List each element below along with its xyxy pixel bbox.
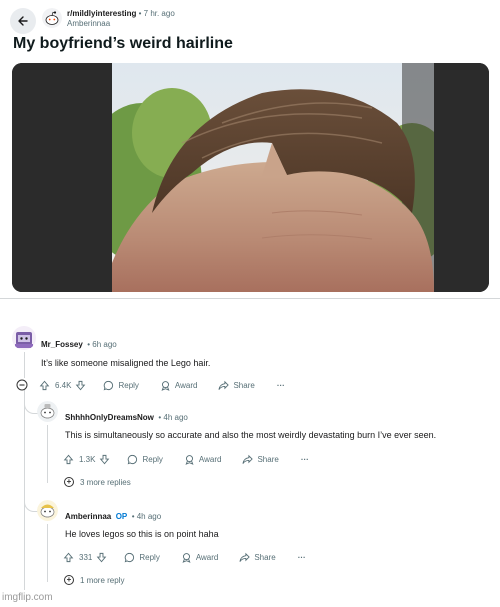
comment-actions: 6.4K Reply Award Share ··· [39,379,285,391]
comment-username[interactable]: Mr_Fossey [41,340,83,349]
comment-username[interactable]: Amberinnaa [65,512,111,521]
reply-bubble-icon [104,380,114,390]
upvote-button[interactable] [39,380,50,391]
collapse-icon [16,379,28,391]
comment-username[interactable]: ShhhhOnlyDreamsNow [65,413,154,422]
downvote-button[interactable] [75,380,86,391]
upvote-button[interactable] [63,552,74,563]
downvote-icon [97,552,107,562]
subreddit-avatar[interactable] [42,8,62,28]
collapse-button[interactable] [16,378,28,391]
upvote-icon [39,380,50,390]
comment-body: It’s like someone misaligned the Lego ha… [41,358,211,368]
comment-body: He loves legos so this is on point haha [65,529,219,539]
expand-plus-icon: + [64,575,74,585]
vote-count: 1.3K [79,454,96,464]
share-button[interactable]: Share [239,552,276,563]
post-title: My boyfriend’s weird hairline [13,35,233,52]
upvote-button[interactable] [63,454,74,465]
vote-count: 331 [79,552,93,562]
thread-connector [24,494,38,512]
reply-button[interactable]: Reply [127,454,163,465]
expand-plus-icon: + [64,477,74,487]
media-blur-left [12,63,114,292]
more-options-button[interactable]: ··· [301,455,309,464]
watermark: imgflip.com [2,592,53,603]
comment-actions: 1.3K Reply Award Share ··· [63,453,309,465]
avatar[interactable] [37,401,58,422]
downvote-icon [76,380,86,390]
award-button[interactable]: Award [160,380,197,391]
share-icon [242,454,254,464]
meta-separator: • [138,9,142,18]
downvote-icon [100,454,110,464]
more-replies-button[interactable]: + 3 more replies [64,477,131,487]
comment-actions: 331 Reply Award Share ··· [63,551,306,563]
subreddit-name[interactable]: r/mildlyinteresting [67,9,136,18]
comment-header: Mr_Fossey • 6h ago [41,340,117,349]
comments-divider [0,298,500,299]
avatar[interactable] [37,500,58,521]
more-options-button[interactable]: ··· [298,553,306,562]
award-icon [185,454,194,465]
comment-time: 6h ago [92,340,117,349]
more-replies-label: 1 more reply [80,575,125,585]
thread-line[interactable] [47,425,48,483]
avatar[interactable] [12,326,36,350]
reply-bubble-icon [125,552,135,562]
comment-body: This is simultaneously so accurate and a… [65,430,437,440]
comment-time: 4h ago [136,512,162,521]
thread-connector [24,396,38,414]
share-button[interactable]: Share [218,380,255,391]
more-replies-button[interactable]: + 1 more reply [64,575,124,585]
share-icon [239,552,251,562]
upvote-icon [63,552,74,562]
reply-button[interactable]: Reply [103,380,139,391]
post-meta: r/mildlyinteresting • 7 hr. ago [67,9,175,18]
more-options-button[interactable]: ··· [277,381,285,390]
award-button[interactable]: Award [181,552,218,563]
post-author[interactable]: Amberinnaa [67,19,110,28]
op-badge: OP [115,512,128,521]
upvote-icon [63,454,74,464]
comment-header: Amberinnaa OP • 4h ago [65,512,162,521]
award-icon [161,380,170,391]
downvote-button[interactable] [99,454,110,465]
award-button[interactable]: Award [184,454,221,465]
downvote-button[interactable] [96,552,107,563]
share-button[interactable]: Share [242,454,279,465]
post-image[interactable] [12,63,489,292]
reply-bubble-icon [128,454,138,464]
arrow-left-icon [18,16,28,26]
share-icon [218,380,230,390]
reply-button[interactable]: Reply [124,552,160,563]
more-replies-label: 3 more replies [80,477,131,487]
award-icon [182,552,191,563]
back-button[interactable] [10,8,36,34]
thread-line[interactable] [47,524,48,582]
comment-header: ShhhhOnlyDreamsNow • 4h ago [65,413,188,422]
comment-time: 4h ago [163,413,188,422]
vote-count: 6.4K [55,380,72,390]
post-time: 7 hr. ago [143,9,175,18]
hairline-photo [112,63,434,292]
